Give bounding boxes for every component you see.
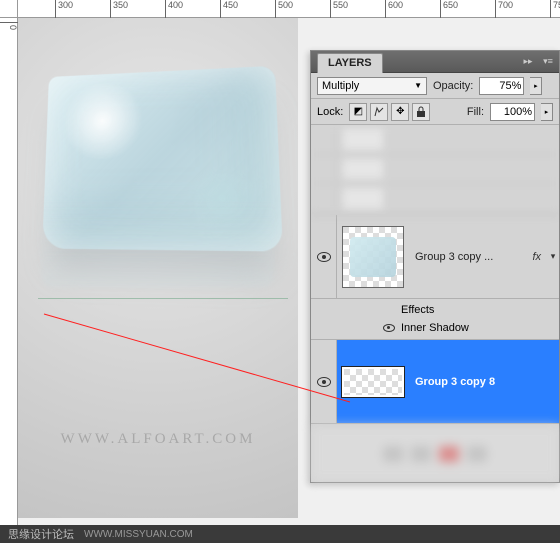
- footer-site-url: WWW.MISSYUAN.COM: [84, 529, 193, 540]
- footer-site-name: 思缘设计论坛: [8, 526, 74, 542]
- annotation-arrow: [0, 0, 560, 543]
- page-footer: 思缘设计论坛 WWW.MISSYUAN.COM: [0, 525, 560, 543]
